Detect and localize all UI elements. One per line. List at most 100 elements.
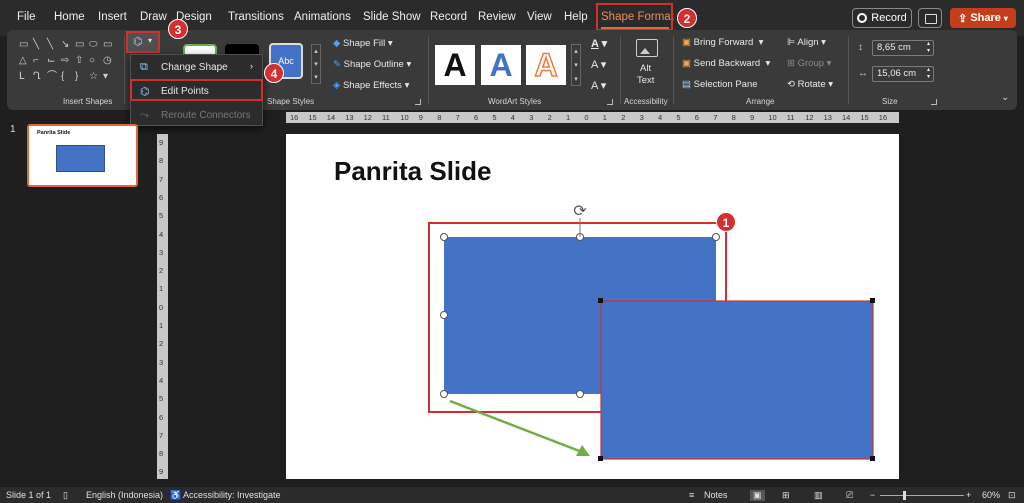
line-icon: ╲ [33, 39, 40, 50]
height-icon: ↕ [858, 42, 863, 53]
wordart-scroll[interactable]: ▴ ▾ ▾ [571, 44, 581, 86]
styles-scroll[interactable]: ▴ ▾ ▾ [311, 44, 321, 84]
zoom-level[interactable]: 60% [982, 490, 1000, 500]
share-button[interactable]: ⇪ Share ▾ [950, 8, 1016, 28]
record-label: Record [871, 12, 907, 24]
shape-outline-button[interactable]: ✎ Shape Outline ▾ [333, 59, 411, 70]
size-launcher-icon[interactable] [931, 99, 937, 105]
thumbnail-title: Panrita Slide [37, 130, 71, 136]
spinner-icon[interactable]: ▴ ▾ [927, 41, 930, 55]
menu-view[interactable]: View [527, 11, 552, 23]
rotate-icon: ⟲ [787, 79, 795, 90]
arrow-icon: ⇧ [75, 55, 84, 66]
group-label-accessibility: Accessibility [624, 97, 668, 106]
ruler-tick-label: 2 [159, 339, 164, 349]
chevron-down-icon: ▾ [148, 36, 153, 45]
accessibility-status[interactable]: Accessibility: Investigate [183, 490, 281, 500]
width-input[interactable]: 15,06 cm ▴ ▾ [872, 66, 934, 82]
text-outline-button[interactable]: A ▾ [591, 58, 606, 71]
record-button[interactable]: Record [852, 8, 912, 28]
normal-view-icon[interactable]: ▣ [750, 490, 765, 501]
menu-help[interactable]: Help [564, 11, 588, 23]
menu-slide-show[interactable]: Slide Show [363, 11, 421, 23]
reading-view-icon[interactable]: ▥ [814, 490, 823, 501]
collapse-ribbon-icon[interactable]: ⌄ [1001, 92, 1009, 103]
align-button[interactable]: ⊫ Align ▾ [787, 37, 826, 48]
menu-record[interactable]: Record [430, 11, 467, 23]
selection-pane-button[interactable]: ▤ Selection Pane [682, 79, 758, 90]
height-input[interactable]: 8,65 cm ▴ ▾ [872, 40, 934, 56]
drag-arrow [449, 399, 583, 454]
ruler-tick-label: 8 [159, 156, 164, 166]
edit-shape-button[interactable]: ⌬ ▾ [126, 31, 160, 53]
alt-text-button[interactable]: Alt Text [632, 37, 662, 89]
group-button[interactable]: ⊞ Group ▾ [787, 58, 831, 69]
ruler-tick-label: 12 [363, 113, 372, 122]
star-icon: ☆ [89, 71, 98, 82]
wordart-style-2[interactable]: A [481, 45, 521, 85]
comments-button[interactable] [918, 8, 942, 28]
zoom-slider-thumb[interactable] [903, 491, 906, 500]
rotate-button[interactable]: ⟲ Rotate ▾ [787, 79, 833, 90]
ribbon-separator [428, 36, 429, 104]
slide-thumbnail[interactable]: Panrita Slide [27, 124, 138, 187]
menu-file[interactable]: File [17, 11, 36, 23]
ruler-tick-label: 9 [418, 113, 423, 122]
reroute-connectors-item[interactable]: ⤳ Reroute Connectors [131, 105, 262, 125]
change-shape-icon: ⧉ [140, 61, 148, 73]
text-fill-button[interactable]: A ▾ [591, 37, 607, 50]
shapes-gallery[interactable]: ▭ ╲ ╲ ↘ ▭ ⬭ ▭ △ ⌐ ⌙ ⇨ ⇧ ○ ◷ Լ Ղ ⌒ { } ☆ … [19, 40, 131, 86]
spellcheck-icon[interactable]: ▯ [63, 490, 68, 501]
menu-home[interactable]: Home [54, 11, 85, 23]
curve-icon: Լ [19, 71, 25, 82]
vertex-point [598, 456, 603, 461]
ruler-tick-label: 8 [437, 113, 442, 122]
wordart-launcher-icon[interactable] [607, 99, 613, 105]
zoom-in-icon[interactable]: + [966, 490, 971, 500]
menu-draw[interactable]: Draw [140, 11, 167, 23]
wordart-style-1[interactable]: A [435, 45, 475, 85]
shape-styles-launcher-icon[interactable] [415, 99, 421, 105]
notes-button[interactable]: Notes [704, 490, 728, 500]
bring-forward-button[interactable]: ▣ Bring Forward ▾ [682, 37, 763, 48]
callout-4: 4 [264, 63, 284, 83]
ruler-tick-label: 10 [768, 113, 777, 122]
ruler-tick-label: 7 [159, 430, 164, 440]
reroute-icon: ⤳ [140, 109, 149, 121]
send-backward-button[interactable]: ▣ Send Backward ▾ [682, 58, 770, 69]
shape-fill-button[interactable]: ◆ Shape Fill ▾ [333, 38, 393, 49]
zoom-out-icon[interactable]: − [870, 490, 875, 500]
vertical-ruler: 9 8 7 6 5 4 3 2 1 0 1 2 3 4 5 6 7 8 9 [157, 134, 168, 479]
spinner-icon[interactable]: ▴ ▾ [927, 67, 930, 81]
change-shape-item[interactable]: ⧉ Change Shape › [131, 57, 262, 77]
menu-insert[interactable]: Insert [98, 11, 127, 23]
vertex-point [598, 298, 603, 303]
menu-transitions[interactable]: Transitions [228, 11, 284, 23]
ruler-tick-label: 1 [159, 321, 164, 330]
shape-effects-button[interactable]: ◈ Shape Effects ▾ [333, 80, 409, 91]
bring-forward-label: Bring Forward [693, 37, 754, 48]
ruler-tick-label: 3 [159, 247, 164, 257]
ruler-tick-label: 13 [823, 113, 832, 122]
slideshow-icon[interactable]: ⎚ [846, 490, 853, 501]
wordart-style-3[interactable]: A [526, 45, 566, 85]
record-icon [857, 13, 868, 23]
fit-slide-icon[interactable]: ⊡ [1008, 490, 1016, 501]
ruler-tick-label: 1 [566, 113, 571, 122]
text-effects-button[interactable]: A ▾ [591, 79, 606, 92]
slide-counter: Slide 1 of 1 [6, 490, 52, 500]
ruler-tick-label: 2 [621, 113, 626, 122]
menu-review[interactable]: Review [478, 11, 516, 23]
width-value: 15,06 cm [877, 68, 917, 79]
align-icon: ⊫ [787, 37, 796, 48]
ruler-tick-label: 6 [159, 192, 164, 202]
ruler-tick-label: 3 [159, 357, 164, 367]
menu-animations[interactable]: Animations [294, 11, 351, 23]
share-icon: ⇪ [958, 12, 968, 25]
zoom-slider[interactable] [880, 495, 964, 496]
arrow-icon: ⇨ [61, 55, 70, 66]
slide-canvas[interactable]: Panrita Slide ⟳ 1 [286, 134, 899, 479]
slide-sorter-icon[interactable]: ⊞ [782, 490, 790, 501]
shape-outline-label: Shape Outline [343, 59, 404, 70]
language-label[interactable]: English (Indonesia) [86, 490, 163, 500]
